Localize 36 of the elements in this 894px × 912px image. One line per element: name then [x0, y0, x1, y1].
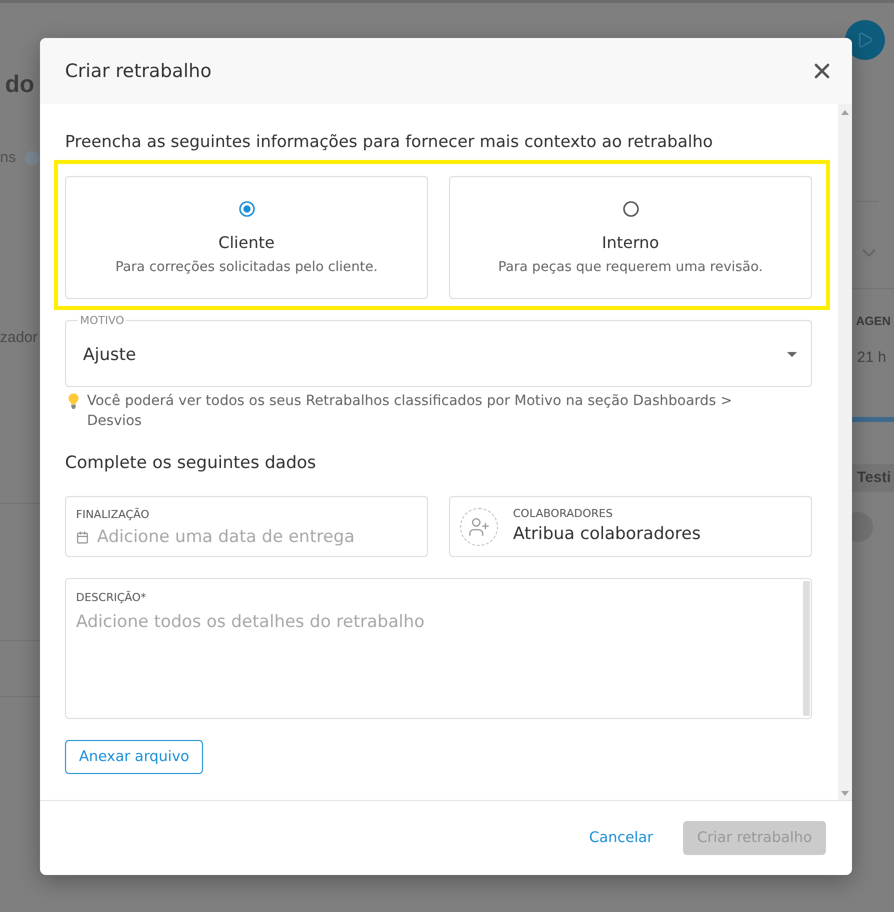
collaborators-field[interactable]: COLABORADORES Atribua colaboradores — [449, 496, 812, 557]
avatar-icon[interactable] — [845, 20, 885, 60]
field-label: MOTIVO — [79, 314, 126, 327]
option-title: Interno — [602, 233, 660, 253]
time-label: 21 h — [857, 349, 886, 367]
description-field[interactable]: DESCRIÇÃO* Adicione todos os detalhes do retrabalho — [65, 578, 812, 719]
radio-button[interactable] — [238, 201, 254, 217]
scrollbar[interactable] — [803, 581, 810, 716]
page-heading: do — [5, 70, 34, 100]
tag-label: Testi — [857, 469, 891, 487]
column-header: AGEN — [856, 313, 891, 330]
lightbulb-icon — [68, 393, 79, 409]
cancel-button[interactable]: Cancelar — [581, 821, 662, 855]
option-title: Cliente — [218, 233, 275, 253]
arrow-up-icon[interactable] — [841, 110, 849, 115]
date-field[interactable]: FINALIZAÇÃO Adicione uma data de entrega — [65, 496, 428, 557]
section-title: Complete os seguintes dados — [65, 452, 318, 474]
option-description: Para correções solicitadas pelo cliente. — [115, 258, 378, 276]
attach-file-button[interactable]: Anexar arquivo — [65, 740, 204, 774]
hint-text: Você poderá ver todos os seus Retrabalhos classificados por Motivo na seção Dashboards > Desvios — [87, 392, 734, 431]
intro-text: Preencha as seguintes informações para fornecer mais contexto ao retrabalho — [65, 131, 714, 153]
calendar-icon — [76, 530, 89, 544]
radio-button[interactable] — [622, 201, 638, 217]
add-person-icon — [460, 508, 498, 546]
field-label: DESCRIÇÃO* — [76, 591, 146, 605]
field-label: FINALIZAÇÃO — [76, 508, 150, 522]
option-description: Para peças que requerem uma revisão. — [498, 258, 763, 276]
option-card[interactable]: Cliente Para correções solicitadas pelo cliente. — [65, 176, 428, 299]
reason-select[interactable]: MOTIVO Ajuste — [65, 314, 812, 387]
option-card[interactable]: Interno Para peças que requerem uma revisão. — [449, 176, 812, 299]
field-label: COLABORADORES — [513, 507, 613, 521]
dialog-title: Criar retrabalho — [65, 60, 212, 82]
scrollbar[interactable] — [838, 104, 852, 800]
caret-down-icon — [787, 352, 797, 357]
arrow-down-icon[interactable] — [841, 791, 849, 796]
badge-icon — [24, 151, 39, 165]
